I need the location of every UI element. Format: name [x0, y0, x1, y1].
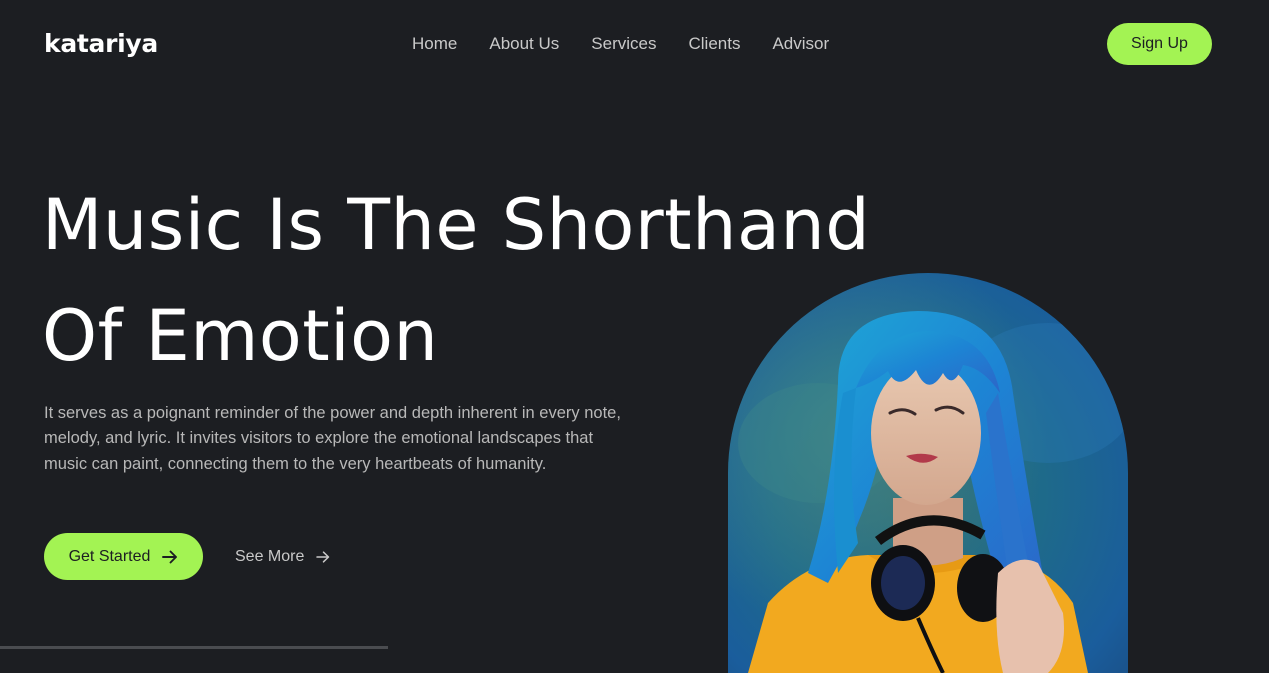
- get-started-label: Get Started: [68, 547, 151, 565]
- main-nav: Home About Us Services Clients Advisor: [412, 33, 829, 55]
- hero-photo: [728, 273, 1128, 673]
- brand-logo[interactable]: katariya: [44, 28, 158, 60]
- see-more-link[interactable]: See More: [235, 533, 330, 580]
- arrow-right-icon: [316, 550, 330, 563]
- nav-link-about-us[interactable]: About Us: [489, 33, 559, 55]
- nav-link-home[interactable]: Home: [412, 33, 457, 55]
- sign-up-button[interactable]: Sign Up: [1107, 23, 1212, 65]
- see-more-label: See More: [235, 547, 305, 565]
- arrow-right-icon: [162, 550, 178, 564]
- nav-link-advisor[interactable]: Advisor: [772, 33, 829, 55]
- get-started-button[interactable]: Get Started: [44, 533, 203, 580]
- hero-title-line-1: Music Is The Shorthand: [42, 184, 871, 266]
- hero-description: It serves as a poignant reminder of the …: [44, 404, 621, 473]
- nav-link-clients[interactable]: Clients: [688, 33, 740, 55]
- nav-link-services[interactable]: Services: [591, 33, 656, 55]
- hero-image: [728, 273, 1128, 673]
